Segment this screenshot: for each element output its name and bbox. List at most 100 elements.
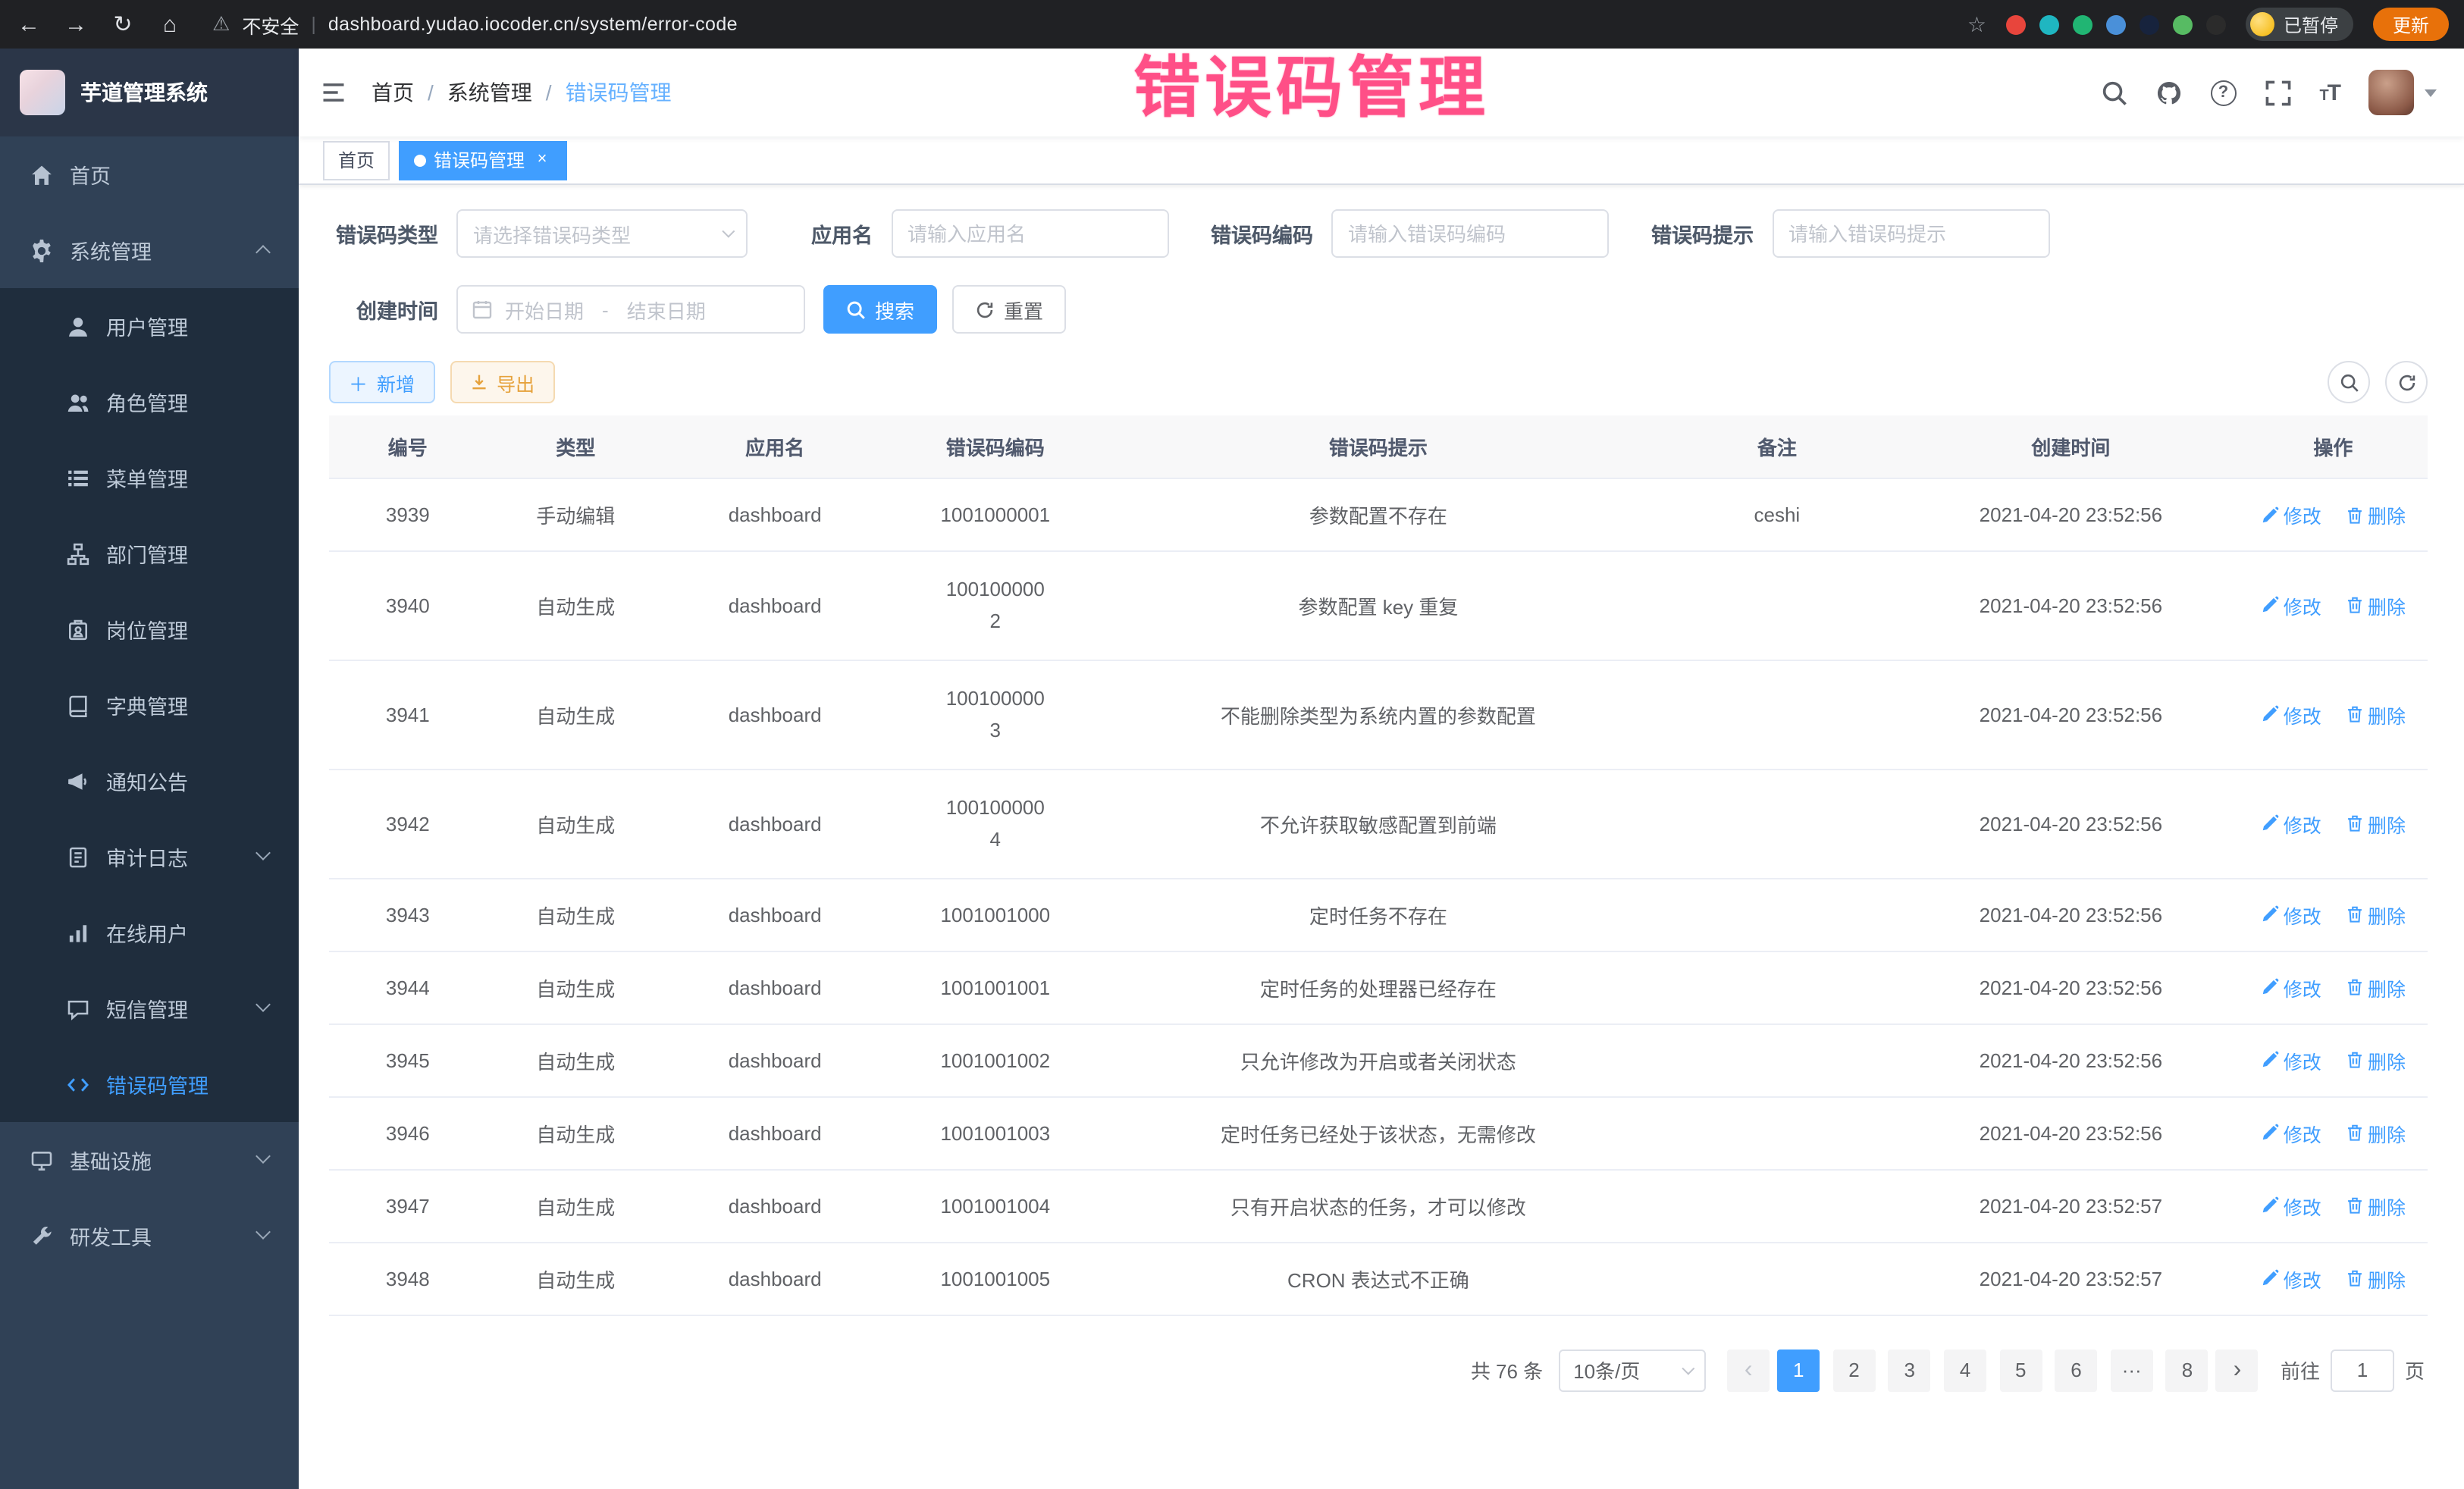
address-bar[interactable]: ⚠ 不安全 | dashboard.yudao.iocoder.cn/syste… bbox=[212, 10, 1948, 39]
sidebar-item[interactable]: 用户管理 bbox=[0, 288, 299, 364]
back-icon[interactable]: ← bbox=[15, 11, 42, 37]
search-button[interactable]: 搜索 bbox=[823, 285, 937, 334]
edit-button[interactable]: 修改 bbox=[2261, 500, 2321, 529]
delete-button[interactable]: 删除 bbox=[2345, 1045, 2406, 1074]
hamburger-icon[interactable] bbox=[320, 79, 347, 106]
edit-button[interactable]: 修改 bbox=[2261, 1264, 2321, 1293]
search-icon[interactable] bbox=[2101, 80, 2127, 105]
goto-page: 前往 页 bbox=[2281, 1349, 2425, 1391]
dark-on-extension-icon[interactable] bbox=[2140, 14, 2159, 34]
edit-button[interactable]: 修改 bbox=[2261, 591, 2321, 620]
refresh-table-button[interactable] bbox=[2385, 361, 2428, 403]
user-menu[interactable] bbox=[2368, 70, 2437, 115]
close-icon[interactable] bbox=[532, 150, 552, 170]
page-button[interactable]: 3 bbox=[1889, 1349, 1931, 1391]
export-button[interactable]: 导出 bbox=[450, 361, 554, 403]
page-button[interactable]: 8 bbox=[2166, 1349, 2209, 1391]
edit-button[interactable]: 修改 bbox=[2261, 900, 2321, 929]
edit-icon bbox=[2261, 1269, 2279, 1287]
table-row: 3940 自动生成 dashboard 1001000002 参数配置 key … bbox=[329, 551, 2428, 660]
sidebar-item[interactable]: 部门管理 bbox=[0, 516, 299, 591]
cell-remark bbox=[1651, 1023, 1903, 1096]
edit-button[interactable]: 修改 bbox=[2261, 1191, 2321, 1220]
tree-icon bbox=[67, 542, 89, 565]
sidebar-item[interactable]: 审计日志 bbox=[0, 819, 299, 895]
sidebar-item[interactable]: 短信管理 bbox=[0, 970, 299, 1046]
bookmark-star-icon[interactable]: ☆ bbox=[1967, 11, 1986, 37]
delete-button[interactable]: 删除 bbox=[2345, 500, 2406, 529]
page-button[interactable]: 2 bbox=[1832, 1349, 1875, 1391]
cell-type: 自动生成 bbox=[487, 660, 665, 770]
error-code-input[interactable] bbox=[1331, 209, 1609, 258]
github-icon[interactable] bbox=[2155, 80, 2181, 105]
sidebar-item[interactable]: 首页 bbox=[0, 136, 299, 212]
cell-app: dashboard bbox=[665, 660, 886, 770]
delete-button[interactable]: 删除 bbox=[2345, 1264, 2406, 1293]
error-hint-input[interactable] bbox=[1772, 209, 2049, 258]
breadcrumb-section[interactable]: 系统管理 bbox=[447, 77, 532, 108]
sidebar-item[interactable]: 角色管理 bbox=[0, 364, 299, 440]
delete-button[interactable]: 删除 bbox=[2345, 900, 2406, 929]
delete-button[interactable]: 删除 bbox=[2345, 809, 2406, 838]
edit-button[interactable]: 修改 bbox=[2261, 973, 2321, 1002]
edit-button[interactable]: 修改 bbox=[2261, 1045, 2321, 1074]
sidebar-item[interactable]: 岗位管理 bbox=[0, 591, 299, 667]
update-button[interactable]: 更新 bbox=[2373, 8, 2449, 41]
green-check-extension-icon[interactable] bbox=[2073, 14, 2093, 34]
app-name-input[interactable] bbox=[891, 209, 1168, 258]
url-text[interactable]: dashboard.yudao.iocoder.cn/system/error-… bbox=[328, 14, 738, 35]
page-button[interactable]: 5 bbox=[1999, 1349, 2042, 1391]
error-type-select[interactable]: 请选择错误码类型 bbox=[456, 209, 748, 258]
edit-button[interactable]: 修改 bbox=[2261, 701, 2321, 729]
red-extension-icon[interactable] bbox=[2006, 14, 2026, 34]
prev-page-button[interactable] bbox=[1727, 1349, 1770, 1391]
page-button[interactable]: 4 bbox=[1944, 1349, 1986, 1391]
sidebar-item[interactable]: 通知公告 bbox=[0, 743, 299, 819]
reload-icon[interactable]: ↻ bbox=[109, 11, 136, 38]
sidebar-item[interactable]: 菜单管理 bbox=[0, 440, 299, 516]
forward-icon[interactable]: → bbox=[62, 11, 89, 37]
home-icon[interactable]: ⌂ bbox=[156, 11, 183, 37]
paused-badge[interactable]: 已暂停 bbox=[2246, 8, 2353, 41]
font-size-icon[interactable]: TT bbox=[2319, 80, 2340, 105]
page-button[interactable]: 6 bbox=[2055, 1349, 2097, 1391]
green-leaf-extension-icon[interactable] bbox=[2173, 14, 2193, 34]
page-button[interactable]: ··· bbox=[2111, 1349, 2153, 1391]
reset-button[interactable]: 重置 bbox=[952, 285, 1066, 334]
edit-icon bbox=[2261, 978, 2279, 996]
goto-page-input[interactable] bbox=[2331, 1349, 2394, 1391]
toggle-search-button[interactable] bbox=[2328, 361, 2370, 403]
sidebar-item[interactable]: 基础设施 bbox=[0, 1122, 299, 1198]
delete-button[interactable]: 删除 bbox=[2345, 1118, 2406, 1147]
cell-hint: 只允许修改为开启或者关闭状态 bbox=[1105, 1023, 1651, 1096]
sidebar-item[interactable]: 在线用户 bbox=[0, 895, 299, 970]
dark-paw-extension-icon[interactable] bbox=[2206, 14, 2226, 34]
app-logo[interactable]: 芋道管理系统 bbox=[0, 49, 299, 136]
edit-button[interactable]: 修改 bbox=[2261, 1118, 2321, 1147]
trash-icon bbox=[2345, 506, 2363, 524]
blue-grid-extension-icon[interactable] bbox=[2106, 14, 2126, 34]
delete-button[interactable]: 删除 bbox=[2345, 1191, 2406, 1220]
help-icon[interactable]: ? bbox=[2210, 80, 2236, 105]
delete-button[interactable]: 删除 bbox=[2345, 973, 2406, 1002]
edit-button[interactable]: 修改 bbox=[2261, 809, 2321, 838]
date-range-picker[interactable]: 开始日期 - 结束日期 bbox=[456, 285, 805, 334]
page-button[interactable]: 1 bbox=[1777, 1349, 1820, 1391]
cell-code: 1001001001 bbox=[885, 951, 1105, 1023]
fullscreen-icon[interactable] bbox=[2265, 80, 2290, 105]
teal-extension-icon[interactable] bbox=[2039, 14, 2059, 34]
delete-button[interactable]: 删除 bbox=[2345, 591, 2406, 620]
sidebar-item[interactable]: 系统管理 bbox=[0, 212, 299, 288]
add-button[interactable]: ＋ 新增 bbox=[329, 361, 434, 403]
sidebar-item[interactable]: 错误码管理 bbox=[0, 1046, 299, 1122]
page-size-select[interactable]: 10条/页 bbox=[1558, 1349, 1705, 1391]
toolbar-right bbox=[2328, 361, 2428, 403]
delete-button[interactable]: 删除 bbox=[2345, 701, 2406, 729]
next-page-button[interactable] bbox=[2216, 1349, 2259, 1391]
sidebar-item[interactable]: 研发工具 bbox=[0, 1198, 299, 1274]
trash-icon bbox=[2345, 1124, 2363, 1142]
tab-tag[interactable]: 首页 bbox=[323, 140, 390, 180]
breadcrumb-home[interactable]: 首页 bbox=[371, 77, 414, 108]
tab-tag[interactable]: 错误码管理 bbox=[399, 140, 567, 180]
sidebar-item[interactable]: 字典管理 bbox=[0, 667, 299, 743]
